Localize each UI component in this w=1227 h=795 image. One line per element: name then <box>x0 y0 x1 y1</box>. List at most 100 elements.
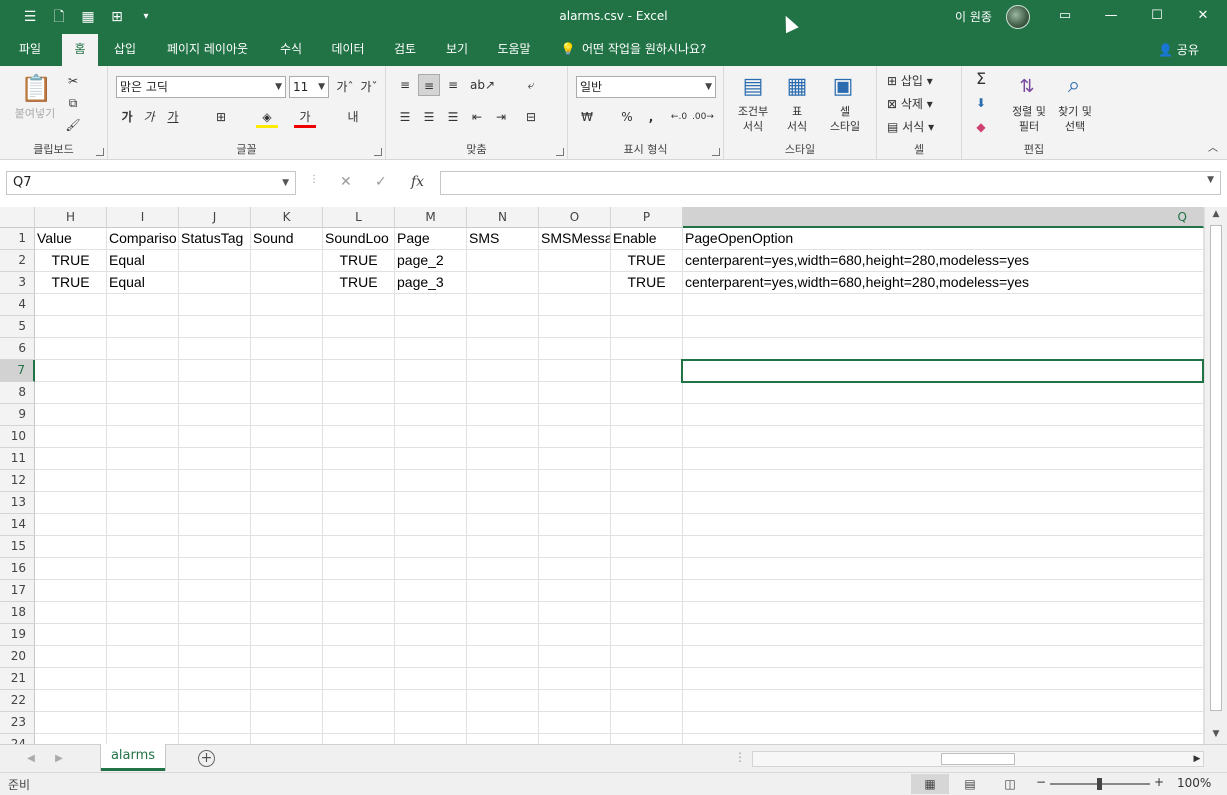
cell-q2[interactable]: centerparent=yes,width=680,height=280,mo… <box>683 250 1204 272</box>
cell-i12[interactable] <box>107 470 179 492</box>
cell-k22[interactable] <box>251 690 323 712</box>
cell-m2[interactable]: page_2 <box>395 250 467 272</box>
cell-o20[interactable] <box>539 646 611 668</box>
cell-n8[interactable] <box>467 382 539 404</box>
new-file-icon[interactable]: 🗋 <box>49 8 69 26</box>
cell-styles-button[interactable]: 셀 스타일 <box>818 104 872 134</box>
cut-icon[interactable]: ✂ <box>62 70 84 92</box>
cell-i22[interactable] <box>107 690 179 712</box>
cell-l1[interactable]: SoundLoo <box>323 228 395 250</box>
cell-i3[interactable]: Equal <box>107 272 179 294</box>
cell-k6[interactable] <box>251 338 323 360</box>
cell-m5[interactable] <box>395 316 467 338</box>
cancel-entry-icon[interactable]: ✕ <box>340 174 352 190</box>
cell-m8[interactable] <box>395 382 467 404</box>
page-break-view-icon[interactable]: ◫ <box>991 774 1029 794</box>
cell-l15[interactable] <box>323 536 395 558</box>
cell-i7[interactable] <box>107 360 179 382</box>
cell-l11[interactable] <box>323 448 395 470</box>
cell-h1[interactable]: Value <box>35 228 107 250</box>
cell-o12[interactable] <box>539 470 611 492</box>
cell-q23[interactable] <box>683 712 1204 734</box>
cell-p1[interactable]: Enable <box>611 228 683 250</box>
clear-icon[interactable]: ◆ <box>970 116 992 138</box>
sheet-tab-alarms[interactable]: alarms <box>101 744 165 771</box>
insert-cells-button[interactable]: ⊞ 삽입 ▾ <box>887 72 933 89</box>
cell-p11[interactable] <box>611 448 683 470</box>
cell-m6[interactable] <box>395 338 467 360</box>
find-select-icon[interactable]: ⌕ <box>1058 70 1090 102</box>
cell-q21[interactable] <box>683 668 1204 690</box>
alignment-launcher-icon[interactable] <box>556 148 564 156</box>
cell-o18[interactable] <box>539 602 611 624</box>
cell-l18[interactable] <box>323 602 395 624</box>
font-color-button[interactable]: 가 <box>294 106 316 128</box>
cell-p24[interactable] <box>611 734 683 744</box>
row-header[interactable]: 19 <box>0 624 35 646</box>
cell-k10[interactable] <box>251 426 323 448</box>
cell-m16[interactable] <box>395 558 467 580</box>
cell-i23[interactable] <box>107 712 179 734</box>
cell-q24[interactable] <box>683 734 1204 744</box>
row-header[interactable]: 22 <box>0 690 35 712</box>
cell-p15[interactable] <box>611 536 683 558</box>
cell-i24[interactable] <box>107 734 179 744</box>
increase-indent-icon[interactable]: ⇥ <box>490 106 512 128</box>
cell-q17[interactable] <box>683 580 1204 602</box>
phonetic-icon[interactable]: 내 <box>342 106 364 128</box>
cell-l24[interactable] <box>323 734 395 744</box>
cell-k14[interactable] <box>251 514 323 536</box>
cell-i20[interactable] <box>107 646 179 668</box>
cell-o11[interactable] <box>539 448 611 470</box>
number-format-select[interactable]: 일반 ▼ <box>576 76 716 98</box>
tell-me-box[interactable]: 어떤 작업을 원하시나요? <box>582 34 727 66</box>
cell-n16[interactable] <box>467 558 539 580</box>
cell-q16[interactable] <box>683 558 1204 580</box>
cell-n20[interactable] <box>467 646 539 668</box>
insert-function-button[interactable]: fx <box>411 174 424 190</box>
cell-m15[interactable] <box>395 536 467 558</box>
cell-n21[interactable] <box>467 668 539 690</box>
cell-q11[interactable] <box>683 448 1204 470</box>
column-header-n[interactable]: N <box>467 207 539 228</box>
cell-m13[interactable] <box>395 492 467 514</box>
cell-q15[interactable] <box>683 536 1204 558</box>
cell-j9[interactable] <box>179 404 251 426</box>
cell-p6[interactable] <box>611 338 683 360</box>
cell-n18[interactable] <box>467 602 539 624</box>
zoom-level[interactable]: 100% <box>1177 776 1211 790</box>
cell-h4[interactable] <box>35 294 107 316</box>
border-icon[interactable]: ⊞ <box>210 106 232 128</box>
cell-p13[interactable] <box>611 492 683 514</box>
column-header-m[interactable]: M <box>395 207 467 228</box>
tab-help[interactable]: 도움말 <box>488 34 540 66</box>
row-header[interactable]: 8 <box>0 382 35 404</box>
cell-h10[interactable] <box>35 426 107 448</box>
accounting-format-icon[interactable]: ₩ <box>576 106 598 128</box>
cell-o9[interactable] <box>539 404 611 426</box>
cell-n17[interactable] <box>467 580 539 602</box>
cell-m12[interactable] <box>395 470 467 492</box>
cell-h5[interactable] <box>35 316 107 338</box>
cell-m24[interactable] <box>395 734 467 744</box>
cell-m3[interactable]: page_3 <box>395 272 467 294</box>
cell-j16[interactable] <box>179 558 251 580</box>
cell-n4[interactable] <box>467 294 539 316</box>
cell-l4[interactable] <box>323 294 395 316</box>
cell-n19[interactable] <box>467 624 539 646</box>
cell-l22[interactable] <box>323 690 395 712</box>
bold-button[interactable]: 가 <box>116 106 138 128</box>
cell-j24[interactable] <box>179 734 251 744</box>
cell-i8[interactable] <box>107 382 179 404</box>
conditional-format-icon[interactable]: ▤ <box>738 72 768 102</box>
hscroll-right-icon[interactable]: ▶ <box>1186 748 1208 770</box>
cell-o23[interactable] <box>539 712 611 734</box>
hamburger-icon[interactable]: ☰ <box>20 8 40 26</box>
cell-h15[interactable] <box>35 536 107 558</box>
cell-h18[interactable] <box>35 602 107 624</box>
cell-l19[interactable] <box>323 624 395 646</box>
cell-p2[interactable]: TRUE <box>611 250 683 272</box>
cell-h9[interactable] <box>35 404 107 426</box>
cell-m4[interactable] <box>395 294 467 316</box>
cell-n15[interactable] <box>467 536 539 558</box>
